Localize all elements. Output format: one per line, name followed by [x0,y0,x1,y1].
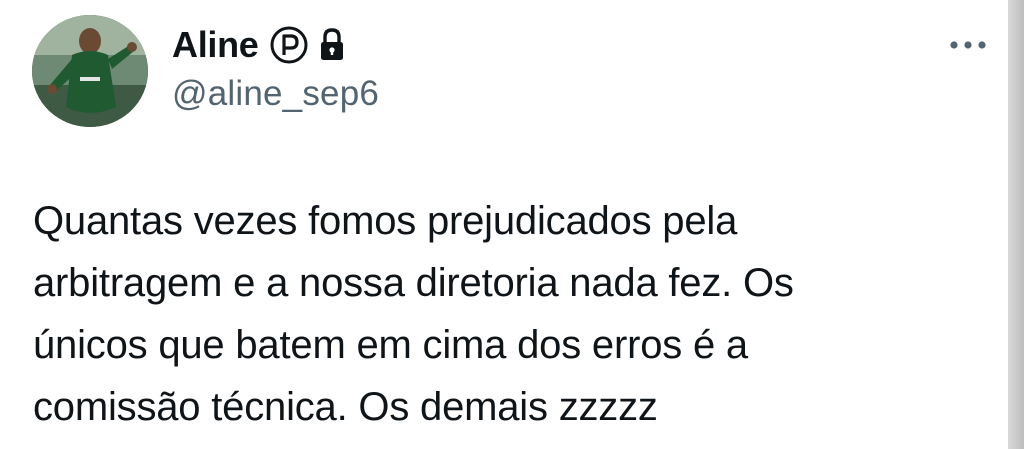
more-options-button[interactable] [944,30,992,62]
lock-icon [319,28,345,62]
screen-edge [1008,0,1024,449]
tweet-text-line: Quantas vezes fomos prejudicados pela [33,199,738,243]
tweet-text-line: únicos que batem em cima dos erros é a [33,323,748,367]
display-name[interactable]: Aline [172,24,259,66]
tweet-text-line: arbitragem e a nossa diretoria nada fez.… [33,261,794,305]
avatar-photo [32,15,148,127]
avatar[interactable] [32,15,148,127]
author-row: Aline [172,22,345,68]
more-dots-icon [948,37,988,55]
tweet-card: Aline @aline_sep6 Quantas vezes fomos pr… [0,0,1008,449]
tweet-text: Quantas vezes fomos prejudicados pela ar… [33,190,963,438]
tweet-text-line: comissão técnica. Os demais zzzzz [33,385,658,429]
user-handle[interactable]: @aline_sep6 [172,74,379,114]
circled-p-icon [269,25,309,65]
